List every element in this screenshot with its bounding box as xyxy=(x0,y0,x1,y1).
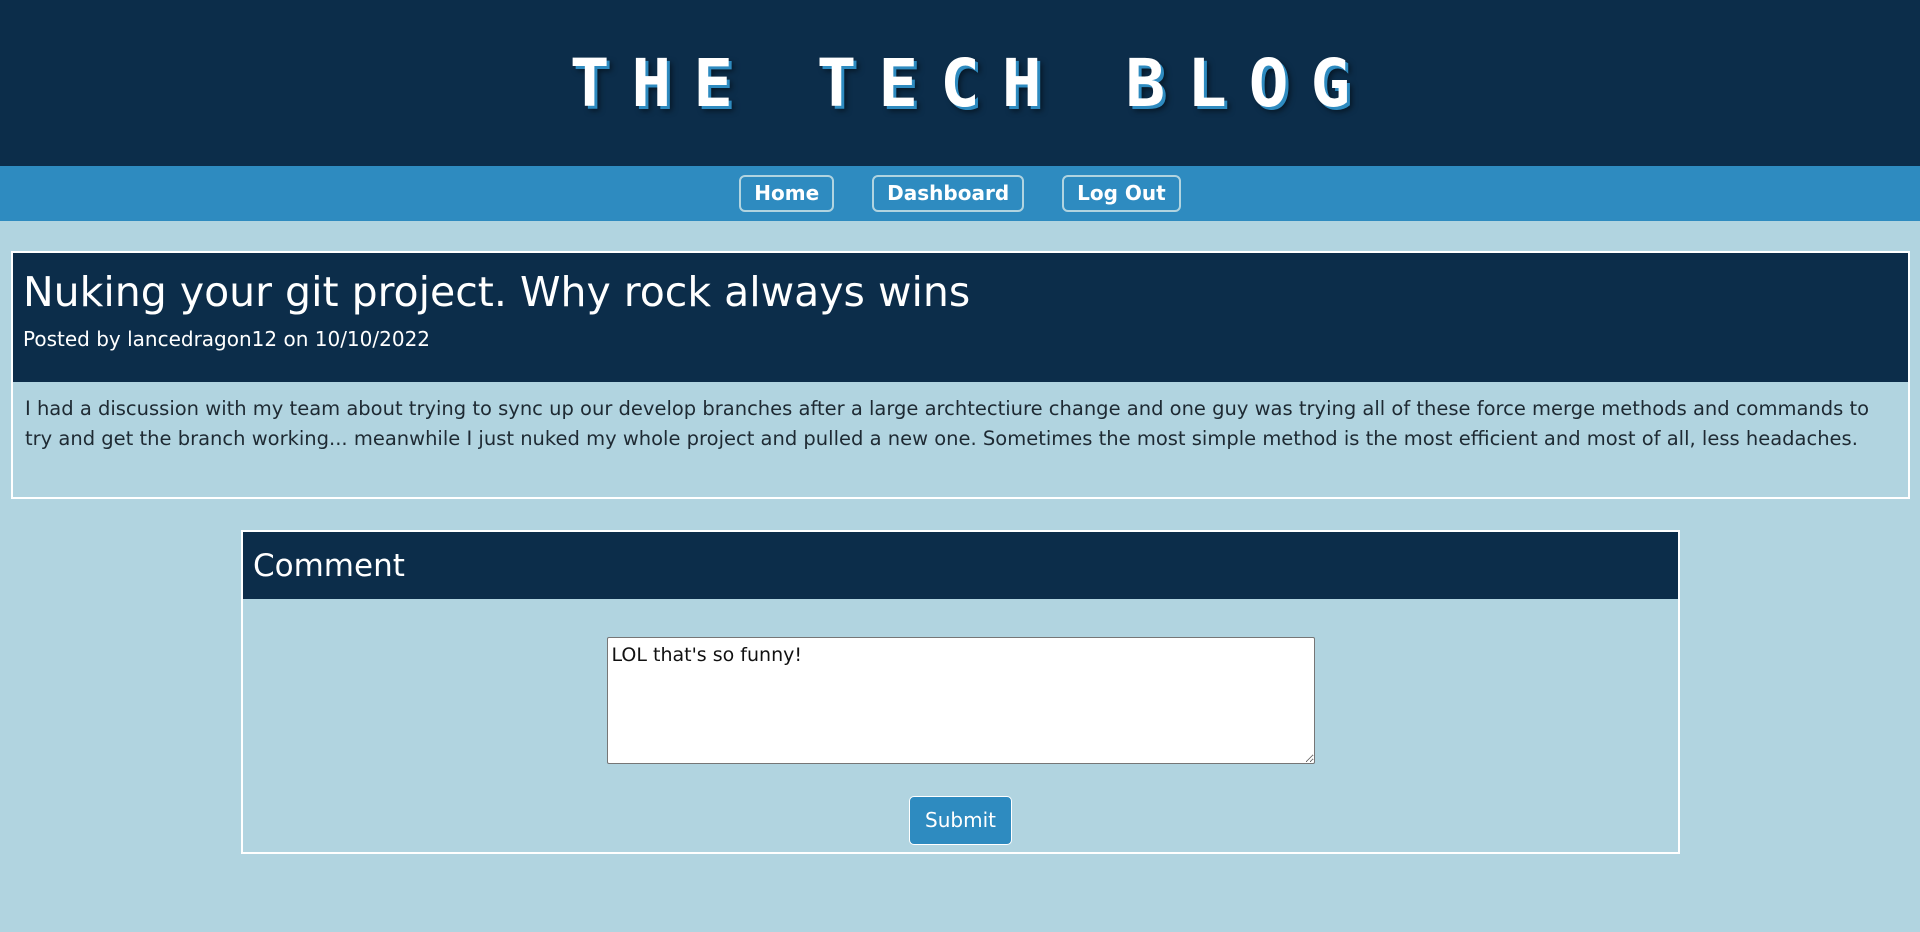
home-button[interactable]: Home xyxy=(739,175,835,212)
post-body: I had a discussion with my team about tr… xyxy=(25,397,1870,450)
comment-textarea[interactable]: LOL that's so funny! xyxy=(606,637,1315,764)
logout-button[interactable]: Log Out xyxy=(1062,175,1181,212)
dashboard-button[interactable]: Dashboard xyxy=(872,175,1025,212)
comment-header: Comment xyxy=(243,532,1678,599)
nav-bar: Home Dashboard Log Out xyxy=(0,166,1920,221)
site-title: THE TECH BLOG xyxy=(569,44,1373,122)
submit-button[interactable]: Submit xyxy=(909,796,1012,845)
comment-form: LOL that's so funny! Submit xyxy=(243,599,1678,845)
comment-card: Comment LOL that's so funny! Submit xyxy=(241,530,1680,854)
post-card: Nuking your git project. Why rock always… xyxy=(11,251,1910,499)
post-title: Nuking your git project. Why rock always… xyxy=(23,268,971,316)
post-header: Nuking your git project. Why rock always… xyxy=(13,253,1908,382)
comment-title: Comment xyxy=(253,547,405,584)
site-header: THE TECH BLOG xyxy=(0,0,1920,166)
post-meta: Posted by lancedragon12 on 10/10/2022 xyxy=(23,327,431,351)
